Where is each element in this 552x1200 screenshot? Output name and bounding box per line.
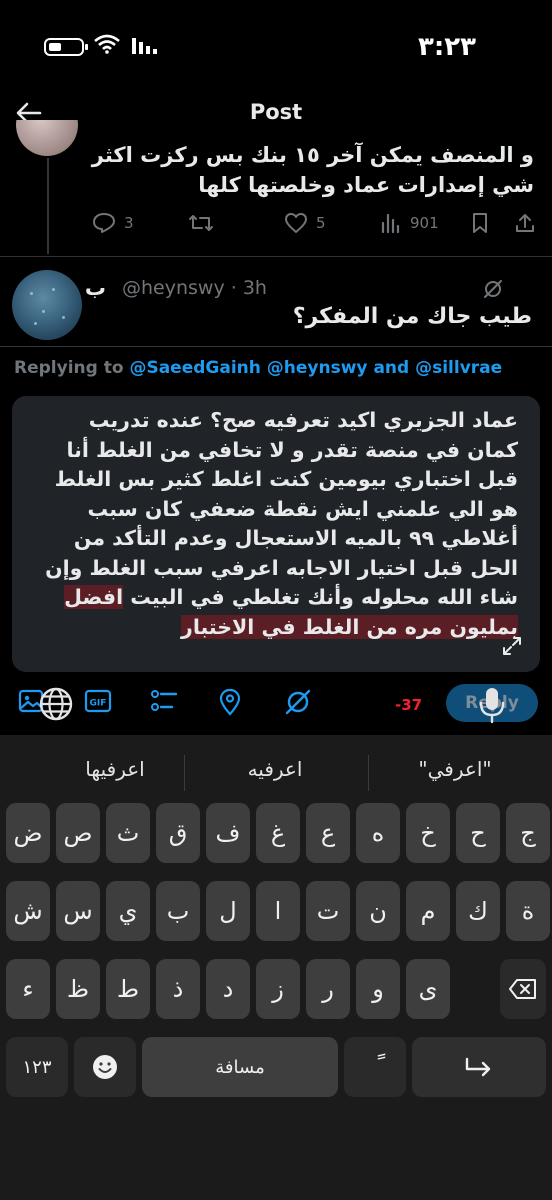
backspace-key[interactable] — [500, 959, 546, 1019]
letter-key[interactable]: ج — [506, 803, 550, 863]
thread-line — [47, 158, 49, 254]
gif-icon[interactable]: GIF — [84, 688, 112, 714]
mention-and: and — [373, 358, 410, 378]
letter-key[interactable]: ذ — [156, 959, 200, 1019]
enter-icon — [465, 1057, 491, 1077]
views-icon — [381, 213, 400, 234]
author-handle: @heynswy · 3h — [122, 277, 267, 299]
avatar[interactable] — [12, 270, 82, 340]
letter-key[interactable]: ظ — [56, 959, 100, 1019]
avatar[interactable] — [16, 120, 78, 156]
enter-key[interactable] — [412, 1037, 546, 1097]
clock: ٣:٢٣ — [417, 32, 476, 62]
top-bar: Post — [0, 90, 552, 142]
bookmark-icon — [473, 213, 487, 233]
grok-icon[interactable] — [482, 278, 504, 300]
letter-key[interactable]: ا — [256, 881, 300, 941]
share-action[interactable] — [514, 212, 536, 234]
letter-key[interactable]: ه — [356, 803, 400, 863]
backspace-icon — [509, 979, 536, 999]
letter-key[interactable]: ش — [6, 881, 50, 941]
compose-box[interactable]: عماد الجزيري اكيد تعرفيه صح؟ عنده تدريب … — [12, 396, 540, 672]
views-action[interactable]: 901 — [380, 212, 439, 234]
retweet-icon — [189, 215, 213, 231]
reply-tweet-text: طيب جاك من المفكر؟ — [292, 304, 532, 329]
letter-key[interactable]: ر — [306, 959, 350, 1019]
wifi-icon — [94, 34, 120, 54]
divider — [368, 755, 369, 791]
status-bar: ٣:٢٣ — [0, 0, 552, 80]
compose-toolbar: GIF -37 Reply — [0, 684, 552, 728]
mention-link[interactable]: @SaeedGainh — [129, 358, 260, 378]
location-icon[interactable] — [218, 688, 242, 716]
divider — [0, 346, 552, 347]
letter-key[interactable]: ز — [256, 959, 300, 1019]
expand-icon[interactable] — [500, 634, 524, 658]
letter-key[interactable]: ت — [306, 881, 350, 941]
emoji-icon — [93, 1055, 117, 1079]
letter-key[interactable]: س — [56, 881, 100, 941]
letter-key[interactable]: د — [206, 959, 250, 1019]
letter-key[interactable]: ة — [506, 881, 550, 941]
letter-key[interactable]: ن — [356, 881, 400, 941]
suggestion-1[interactable]: اعرفيها — [40, 757, 190, 793]
reply-action[interactable]: 3 — [92, 212, 134, 234]
grok-icon[interactable] — [284, 688, 312, 716]
letter-key[interactable]: ى — [406, 959, 450, 1019]
like-count: 5 — [316, 214, 326, 232]
compose-input[interactable]: عماد الجزيري اكيد تعرفيه صح؟ عنده تدريب … — [38, 406, 518, 642]
divider — [184, 755, 185, 791]
mention-link[interactable]: @sillvrae — [415, 358, 502, 378]
globe-icon[interactable] — [38, 686, 74, 722]
retweet-action[interactable] — [188, 212, 214, 234]
poll-icon[interactable] — [150, 688, 178, 714]
space-key[interactable]: مسافة — [142, 1037, 338, 1097]
battery-icon — [44, 38, 88, 56]
letter-key[interactable]: م — [406, 881, 450, 941]
keyboard: اعرفيها اعرفيه "اعرفي" ١٢٣ مسافة ً ضصثقف… — [0, 735, 552, 1200]
character-counter: -37 — [395, 696, 423, 714]
letter-key[interactable]: ف — [206, 803, 250, 863]
tweet-actions: 3 5 901 — [90, 212, 540, 242]
letter-key[interactable]: ء — [6, 959, 50, 1019]
letter-key[interactable]: ق — [156, 803, 200, 863]
svg-text:GIF: GIF — [90, 699, 107, 709]
letter-key[interactable]: ص — [56, 803, 100, 863]
heart-icon — [285, 213, 307, 233]
letter-key[interactable]: غ — [256, 803, 300, 863]
share-icon — [516, 214, 534, 232]
letter-key[interactable]: و — [356, 959, 400, 1019]
reply-icon — [93, 213, 115, 233]
replying-to[interactable]: Replying to @SaeedGainh @heynswy and @si… — [14, 358, 502, 378]
tweet-text: و المنصف يمكن آخر ١٥ بنك بس ركزت اكثر شي… — [91, 143, 534, 197]
tanween-key[interactable]: ً — [344, 1037, 406, 1097]
emoji-key[interactable] — [74, 1037, 136, 1097]
suggestion-2[interactable]: اعرفيه — [200, 757, 350, 793]
letter-key[interactable]: ي — [106, 881, 150, 941]
letter-key[interactable]: خ — [406, 803, 450, 863]
bookmark-action[interactable] — [470, 212, 490, 234]
views-count: 901 — [410, 214, 439, 232]
like-action[interactable]: 5 — [284, 212, 326, 234]
author-name: ب — [84, 276, 106, 300]
reply-count: 3 — [124, 214, 134, 232]
divider — [0, 256, 552, 257]
signal-icon — [132, 38, 157, 54]
letter-key[interactable]: ل — [206, 881, 250, 941]
suggestion-3[interactable]: "اعرفي" — [380, 757, 530, 793]
letter-key[interactable]: ع — [306, 803, 350, 863]
microphone-icon[interactable] — [478, 686, 506, 724]
mention-link[interactable]: @heynswy — [267, 358, 368, 378]
letter-key[interactable]: ط — [106, 959, 150, 1019]
letter-key[interactable]: ث — [106, 803, 150, 863]
letter-key[interactable]: ب — [156, 881, 200, 941]
letter-key[interactable]: ض — [6, 803, 50, 863]
page-title: Post — [249, 100, 303, 124]
letter-key[interactable]: ح — [456, 803, 500, 863]
letter-key[interactable]: ك — [456, 881, 500, 941]
numbers-key[interactable]: ١٢٣ — [6, 1037, 68, 1097]
